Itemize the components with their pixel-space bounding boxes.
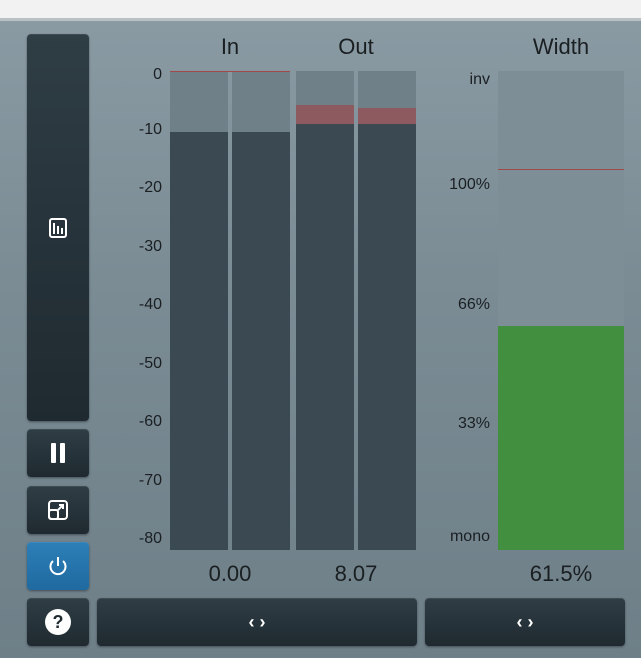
arrows-left-right-icon: ‹ › <box>248 611 266 632</box>
db-scale-label: -70 <box>138 471 162 489</box>
db-scale-label: -40 <box>138 296 162 314</box>
width-header: Width <box>532 34 590 59</box>
width-peak-marker <box>498 169 624 171</box>
width-meter <box>498 71 624 550</box>
db-scale-label: -80 <box>138 530 162 548</box>
resize-icon <box>47 499 69 521</box>
width-scale-label: mono <box>449 528 490 546</box>
right-nav-button[interactable]: ‹ › <box>425 598 625 646</box>
in-left-meter <box>170 71 228 550</box>
db-scale-label: -20 <box>138 179 162 197</box>
out-right-level-fill <box>358 123 416 550</box>
resize-button[interactable] <box>27 486 89 534</box>
db-scale-label: -60 <box>138 413 162 431</box>
width-scale-label: inv <box>469 70 490 88</box>
db-scale-label: -30 <box>138 237 162 255</box>
arrows-left-right-icon: ‹ › <box>516 611 534 632</box>
out-readout[interactable]: 8.07 <box>296 561 416 587</box>
spectrum-icon <box>49 217 67 238</box>
title-bar-strip <box>0 0 641 21</box>
pause-button[interactable] <box>27 429 89 477</box>
width-scale-label: 33% <box>457 415 490 433</box>
in-readout[interactable]: 0.00 <box>170 561 290 587</box>
in-header: In <box>220 34 240 59</box>
power-button[interactable] <box>27 542 89 590</box>
out-left-level-fill <box>296 123 354 550</box>
in-peak-marker <box>170 71 290 72</box>
in-right-level-fill <box>232 132 290 550</box>
db-scale-label: -10 <box>138 120 162 138</box>
db-scale-label: -50 <box>138 354 162 372</box>
meter-panel: ? In Out Width 0 -10 -20 -30 -40 -50 -60 -70 -80… <box>0 21 641 658</box>
power-icon <box>47 555 69 577</box>
width-scale-label: 66% <box>457 295 490 313</box>
in-right-meter <box>232 71 290 550</box>
in-left-level-fill <box>170 132 228 550</box>
out-header: Out <box>338 34 374 59</box>
help-icon: ? <box>45 609 71 635</box>
out-right-meter <box>358 71 416 550</box>
out-right-peak-zone <box>358 108 416 124</box>
width-level-fill <box>498 326 624 550</box>
pause-icon <box>49 442 67 464</box>
out-left-meter <box>296 71 354 550</box>
left-nav-button[interactable]: ‹ › <box>97 598 417 646</box>
db-scale-label: 0 <box>153 66 162 83</box>
help-button[interactable]: ? <box>27 598 89 646</box>
width-scale-label: 100% <box>449 175 490 193</box>
analyzer-button[interactable] <box>27 34 89 421</box>
width-readout[interactable]: 61.5% <box>498 561 624 587</box>
out-left-peak-zone <box>296 104 354 124</box>
